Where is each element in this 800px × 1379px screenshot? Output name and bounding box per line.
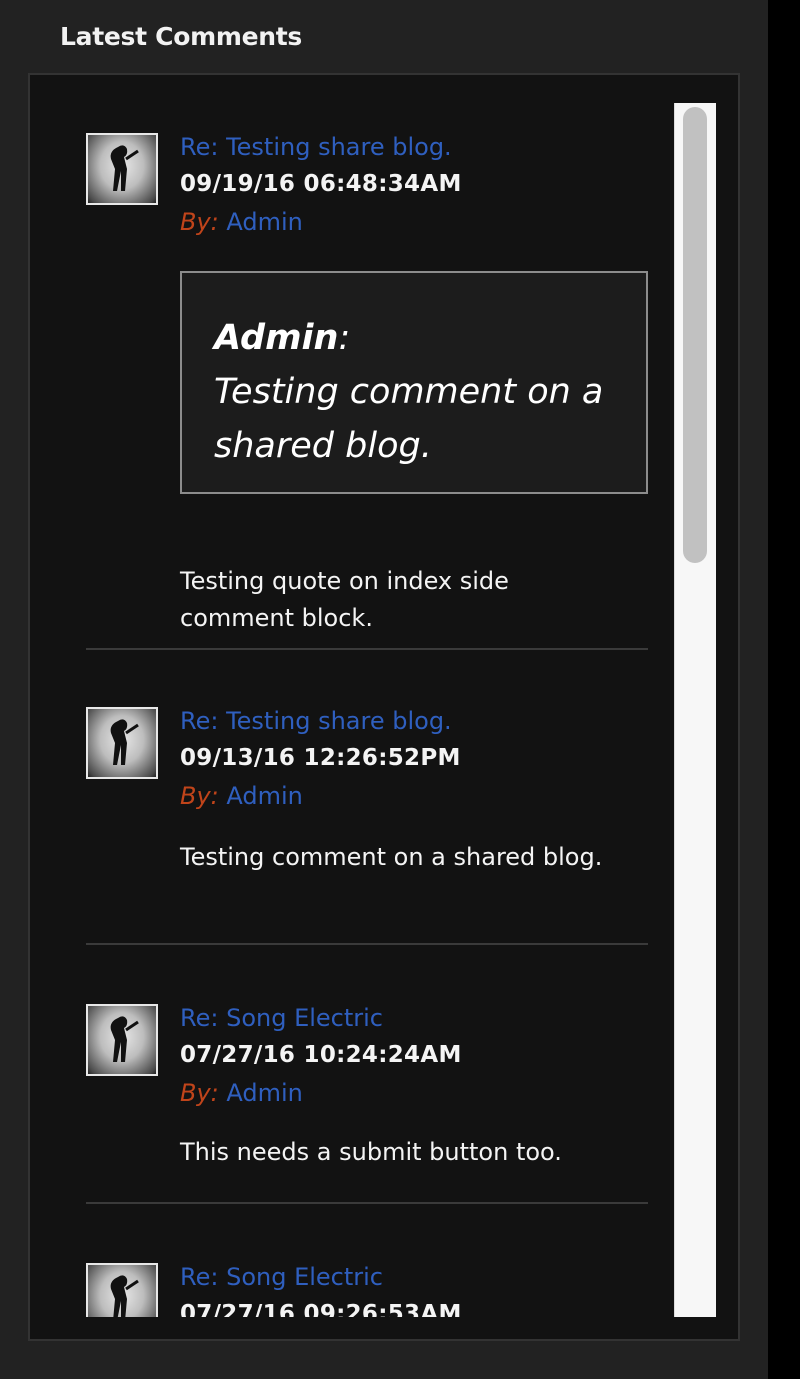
author-link[interactable]: Admin <box>226 1079 303 1107</box>
user-avatar-icon[interactable] <box>86 133 158 205</box>
comment-date: 09/13/16 12:26:52PM <box>180 745 461 771</box>
comment-body: This needs a submit button too. <box>180 1138 562 1166</box>
comments-panel: Re: Testing share blog. 09/19/16 06:48:3… <box>28 73 740 1341</box>
comment-date: 09/19/16 06:48:34AM <box>180 171 462 197</box>
author-link[interactable]: Admin <box>226 208 303 236</box>
user-avatar-icon[interactable] <box>86 1004 158 1076</box>
by-label: By: <box>180 208 219 236</box>
user-avatar-icon[interactable] <box>86 707 158 779</box>
comment-byline: By: Admin <box>180 208 303 236</box>
comment-byline: By: Admin <box>180 782 303 810</box>
comment-divider <box>86 943 648 945</box>
avatar-figure-icon <box>110 1275 139 1317</box>
comment-item: Re: Song Electric 07/27/16 10:24:24AM By… <box>86 974 648 1234</box>
quote-box: Admin: Testing comment on a shared blog. <box>180 271 648 494</box>
comment-date: 07/27/16 10:24:24AM <box>180 1042 462 1068</box>
comment-date: 07/27/16 09:26:53AM <box>180 1301 462 1317</box>
avatar-figure-icon <box>110 1016 139 1062</box>
comment-title-link[interactable]: Re: Song Electric <box>180 1263 383 1291</box>
author-link[interactable]: Admin <box>226 782 303 810</box>
by-label: By: <box>180 1079 219 1107</box>
quote-author: Admin <box>214 318 339 358</box>
comment-item: Re: Testing share blog. 09/19/16 06:48:3… <box>86 103 648 650</box>
quote-text: Testing comment on a shared blog. <box>214 372 604 466</box>
right-edge <box>768 0 800 1379</box>
comments-scroll-area[interactable]: Re: Testing share blog. 09/19/16 06:48:3… <box>30 103 730 1317</box>
user-avatar-icon[interactable] <box>86 1263 158 1317</box>
comment-title-link[interactable]: Re: Testing share blog. <box>180 707 452 735</box>
vertical-scrollbar[interactable] <box>674 103 716 1317</box>
avatar-figure-icon <box>110 145 139 191</box>
comment-item: Re: Song Electric 07/27/16 09:26:53AM <box>86 1233 648 1317</box>
comment-byline: By: Admin <box>180 1079 303 1107</box>
quote-separator: : <box>338 318 351 358</box>
block-title: Latest Comments <box>60 22 302 51</box>
by-label: By: <box>180 782 219 810</box>
comment-title-link[interactable]: Re: Song Electric <box>180 1004 383 1032</box>
scrollbar-thumb[interactable] <box>683 107 707 563</box>
avatar-figure-icon <box>110 719 139 765</box>
comment-divider <box>86 1202 648 1204</box>
comment-title-link[interactable]: Re: Testing share blog. <box>180 133 452 161</box>
comment-item: Re: Testing share blog. 09/13/16 12:26:5… <box>86 677 648 947</box>
comment-body: Testing quote on index side comment bloc… <box>180 567 509 632</box>
comment-body: Testing comment on a shared blog. <box>180 843 603 871</box>
comment-divider <box>86 648 648 650</box>
